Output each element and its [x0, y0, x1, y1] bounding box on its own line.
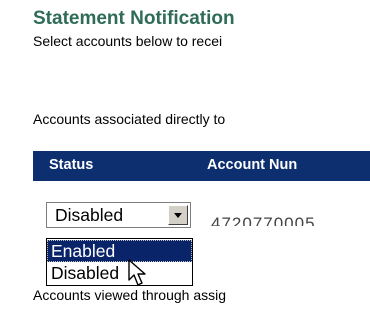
- page-subtitle: Select accounts below to recei: [33, 33, 223, 49]
- status-select[interactable]: Disabled: [46, 202, 191, 228]
- status-options-list[interactable]: Enabled Disabled: [46, 238, 193, 286]
- status-select-value: Disabled: [55, 205, 124, 225]
- account-number-cell: 4720770005: [207, 212, 370, 226]
- direct-accounts-label: Accounts associated directly to: [33, 111, 226, 127]
- page-title: Statement Notification: [33, 8, 235, 29]
- account-number-value: 4720770005: [211, 214, 316, 226]
- option-disabled[interactable]: Disabled: [47, 262, 192, 284]
- mouse-pointer-icon: [128, 259, 146, 286]
- chevron-down-icon[interactable]: [168, 205, 188, 225]
- table-header: Status Account Nun: [33, 151, 370, 181]
- option-enabled[interactable]: Enabled: [47, 240, 192, 262]
- column-header-account-number[interactable]: Account Nun: [207, 157, 297, 173]
- column-header-status[interactable]: Status: [49, 157, 93, 173]
- assigned-accounts-label: Accounts viewed through assig: [33, 287, 226, 303]
